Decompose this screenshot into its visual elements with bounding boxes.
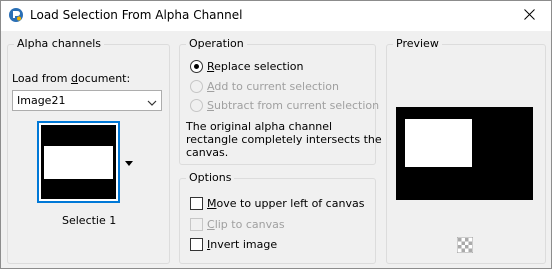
options-title: Options [186, 171, 235, 184]
load-from-label: Load from document: [12, 72, 131, 85]
subtract-from-selection-label[interactable]: Subtract from current selection [207, 99, 379, 112]
add-to-selection-radio[interactable] [190, 80, 203, 93]
close-button[interactable] [507, 1, 551, 31]
clip-to-canvas-label[interactable]: Clip to canvas [207, 218, 285, 231]
dialog-window: Load Selection From Alpha Channel Alpha … [0, 0, 552, 269]
operation-description-line1: The original alpha channel [186, 120, 333, 133]
thumbnail-caption: Selectie 1 [62, 214, 117, 227]
preview-selection [405, 119, 472, 167]
replace-selection-radio[interactable] [190, 60, 203, 73]
document-select[interactable]: Image21 [12, 90, 162, 111]
add-to-selection-label[interactable]: Add to current selection [207, 80, 339, 93]
operation-description-line3: canvas. [186, 146, 229, 159]
document-select-value: Image21 [17, 94, 66, 107]
invert-image-label[interactable]: Invert image [207, 238, 277, 251]
operation-description-line2: rectangle completely intersects the [186, 133, 382, 146]
alpha-channels-title: Alpha channels [14, 37, 105, 50]
alpha-channel-thumbnail[interactable] [37, 121, 120, 203]
chevron-down-icon [147, 97, 157, 110]
operation-title: Operation [186, 37, 247, 50]
invert-image-checkbox[interactable] [190, 238, 203, 251]
checkerboard-icon[interactable] [456, 236, 474, 254]
thumbnail-image [41, 125, 116, 199]
replace-selection-label[interactable]: Replace selection [207, 60, 303, 73]
clip-to-canvas-checkbox[interactable] [190, 218, 203, 231]
move-to-upper-left-label[interactable]: Move to upper left of canvas [207, 197, 364, 210]
window-title: Load Selection From Alpha Channel [30, 8, 243, 22]
title-bar[interactable]: Load Selection From Alpha Channel [1, 1, 551, 31]
move-to-upper-left-checkbox[interactable] [190, 197, 203, 210]
close-icon [523, 9, 535, 23]
preview-title: Preview [393, 37, 442, 50]
subtract-from-selection-radio[interactable] [190, 99, 203, 112]
triangle-down-icon [125, 156, 133, 169]
thumbnail-menu-button[interactable] [121, 121, 137, 203]
paintshop-icon [8, 7, 24, 23]
